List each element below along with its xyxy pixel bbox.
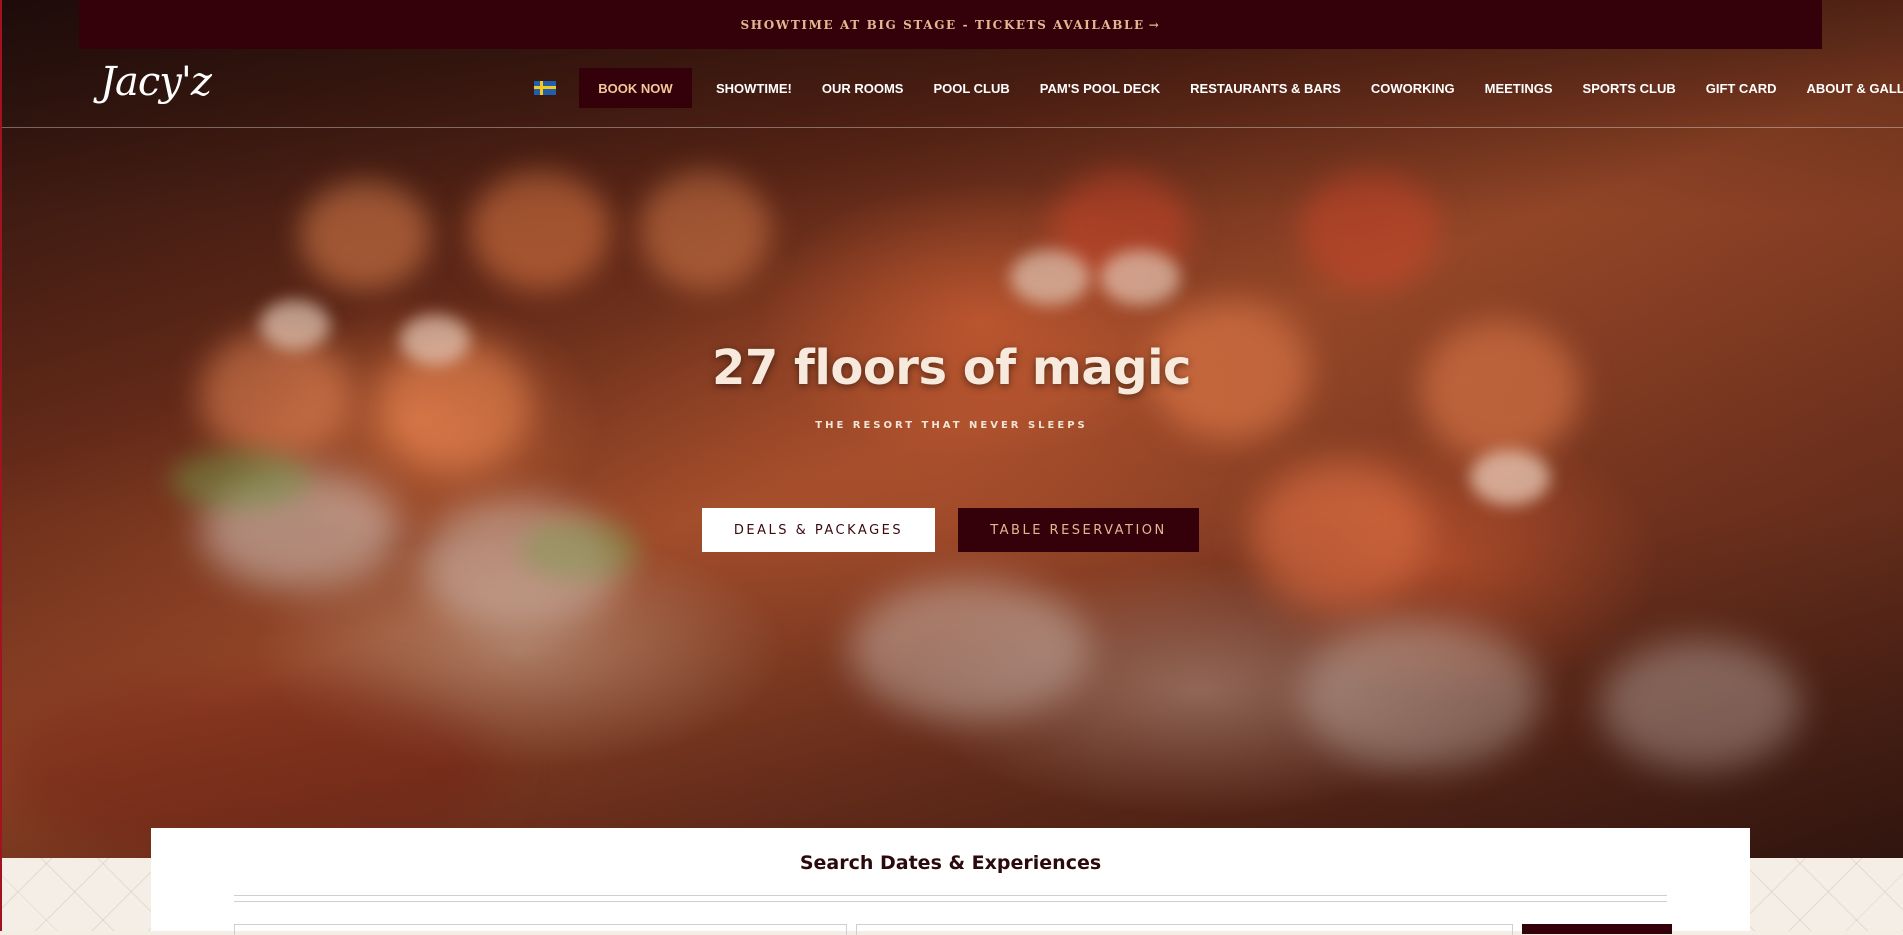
nav-item-meetings[interactable]: MEETINGS xyxy=(1485,81,1553,96)
search-panel: Search Dates & Experiences xyxy=(151,828,1750,931)
announcement-bar[interactable]: SHOWTIME AT BIG STAGE - TICKETS AVAILABL… xyxy=(79,0,1822,49)
nav-item-our-rooms[interactable]: OUR ROOMS xyxy=(822,81,904,96)
nav-item-gift-card[interactable]: GIFT CARD xyxy=(1706,81,1777,96)
swedish-flag-icon[interactable] xyxy=(534,81,556,95)
main-header: Jacy'z BOOK NOW SHOWTIME! OUR ROOMS POOL… xyxy=(0,49,1903,128)
divider xyxy=(234,901,1667,902)
nav-item-coworking[interactable]: COWORKING xyxy=(1371,81,1455,96)
hero-title: 27 floors of magic xyxy=(0,340,1903,396)
page-frame-edge xyxy=(0,0,2,931)
deals-packages-button[interactable]: DEALS & PACKAGES xyxy=(702,508,935,552)
arrow-right-icon: → xyxy=(1149,18,1161,32)
nav-item-pool-club[interactable]: POOL CLUB xyxy=(933,81,1009,96)
main-nav: SHOWTIME! OUR ROOMS POOL CLUB PAM'S POOL… xyxy=(716,68,1903,108)
nav-item-about-gallery[interactable]: ABOUT & GALLERY xyxy=(1807,81,1903,96)
date-field[interactable] xyxy=(234,924,847,935)
search-title: Search Dates & Experiences xyxy=(151,852,1750,874)
announcement-link[interactable]: SHOWTIME AT BIG STAGE - TICKETS AVAILABL… xyxy=(741,18,1161,32)
hero-subtitle: THE RESORT THAT NEVER SLEEPS xyxy=(0,420,1903,431)
experience-field[interactable] xyxy=(856,924,1513,935)
search-button[interactable] xyxy=(1522,924,1672,934)
site-logo[interactable]: Jacy'z xyxy=(100,59,211,105)
nav-item-showtime[interactable]: SHOWTIME! xyxy=(716,81,792,96)
divider xyxy=(234,895,1667,896)
book-now-button[interactable]: BOOK NOW xyxy=(579,68,692,108)
nav-item-sports-club[interactable]: SPORTS CLUB xyxy=(1583,81,1676,96)
nav-item-pool-deck[interactable]: PAM'S POOL DECK xyxy=(1040,81,1160,96)
table-reservation-button[interactable]: TABLE RESERVATION xyxy=(958,508,1199,552)
nav-item-restaurants-bars[interactable]: RESTAURANTS & BARS xyxy=(1190,81,1341,96)
announcement-text[interactable]: SHOWTIME AT BIG STAGE - TICKETS AVAILABL… xyxy=(741,18,1145,32)
